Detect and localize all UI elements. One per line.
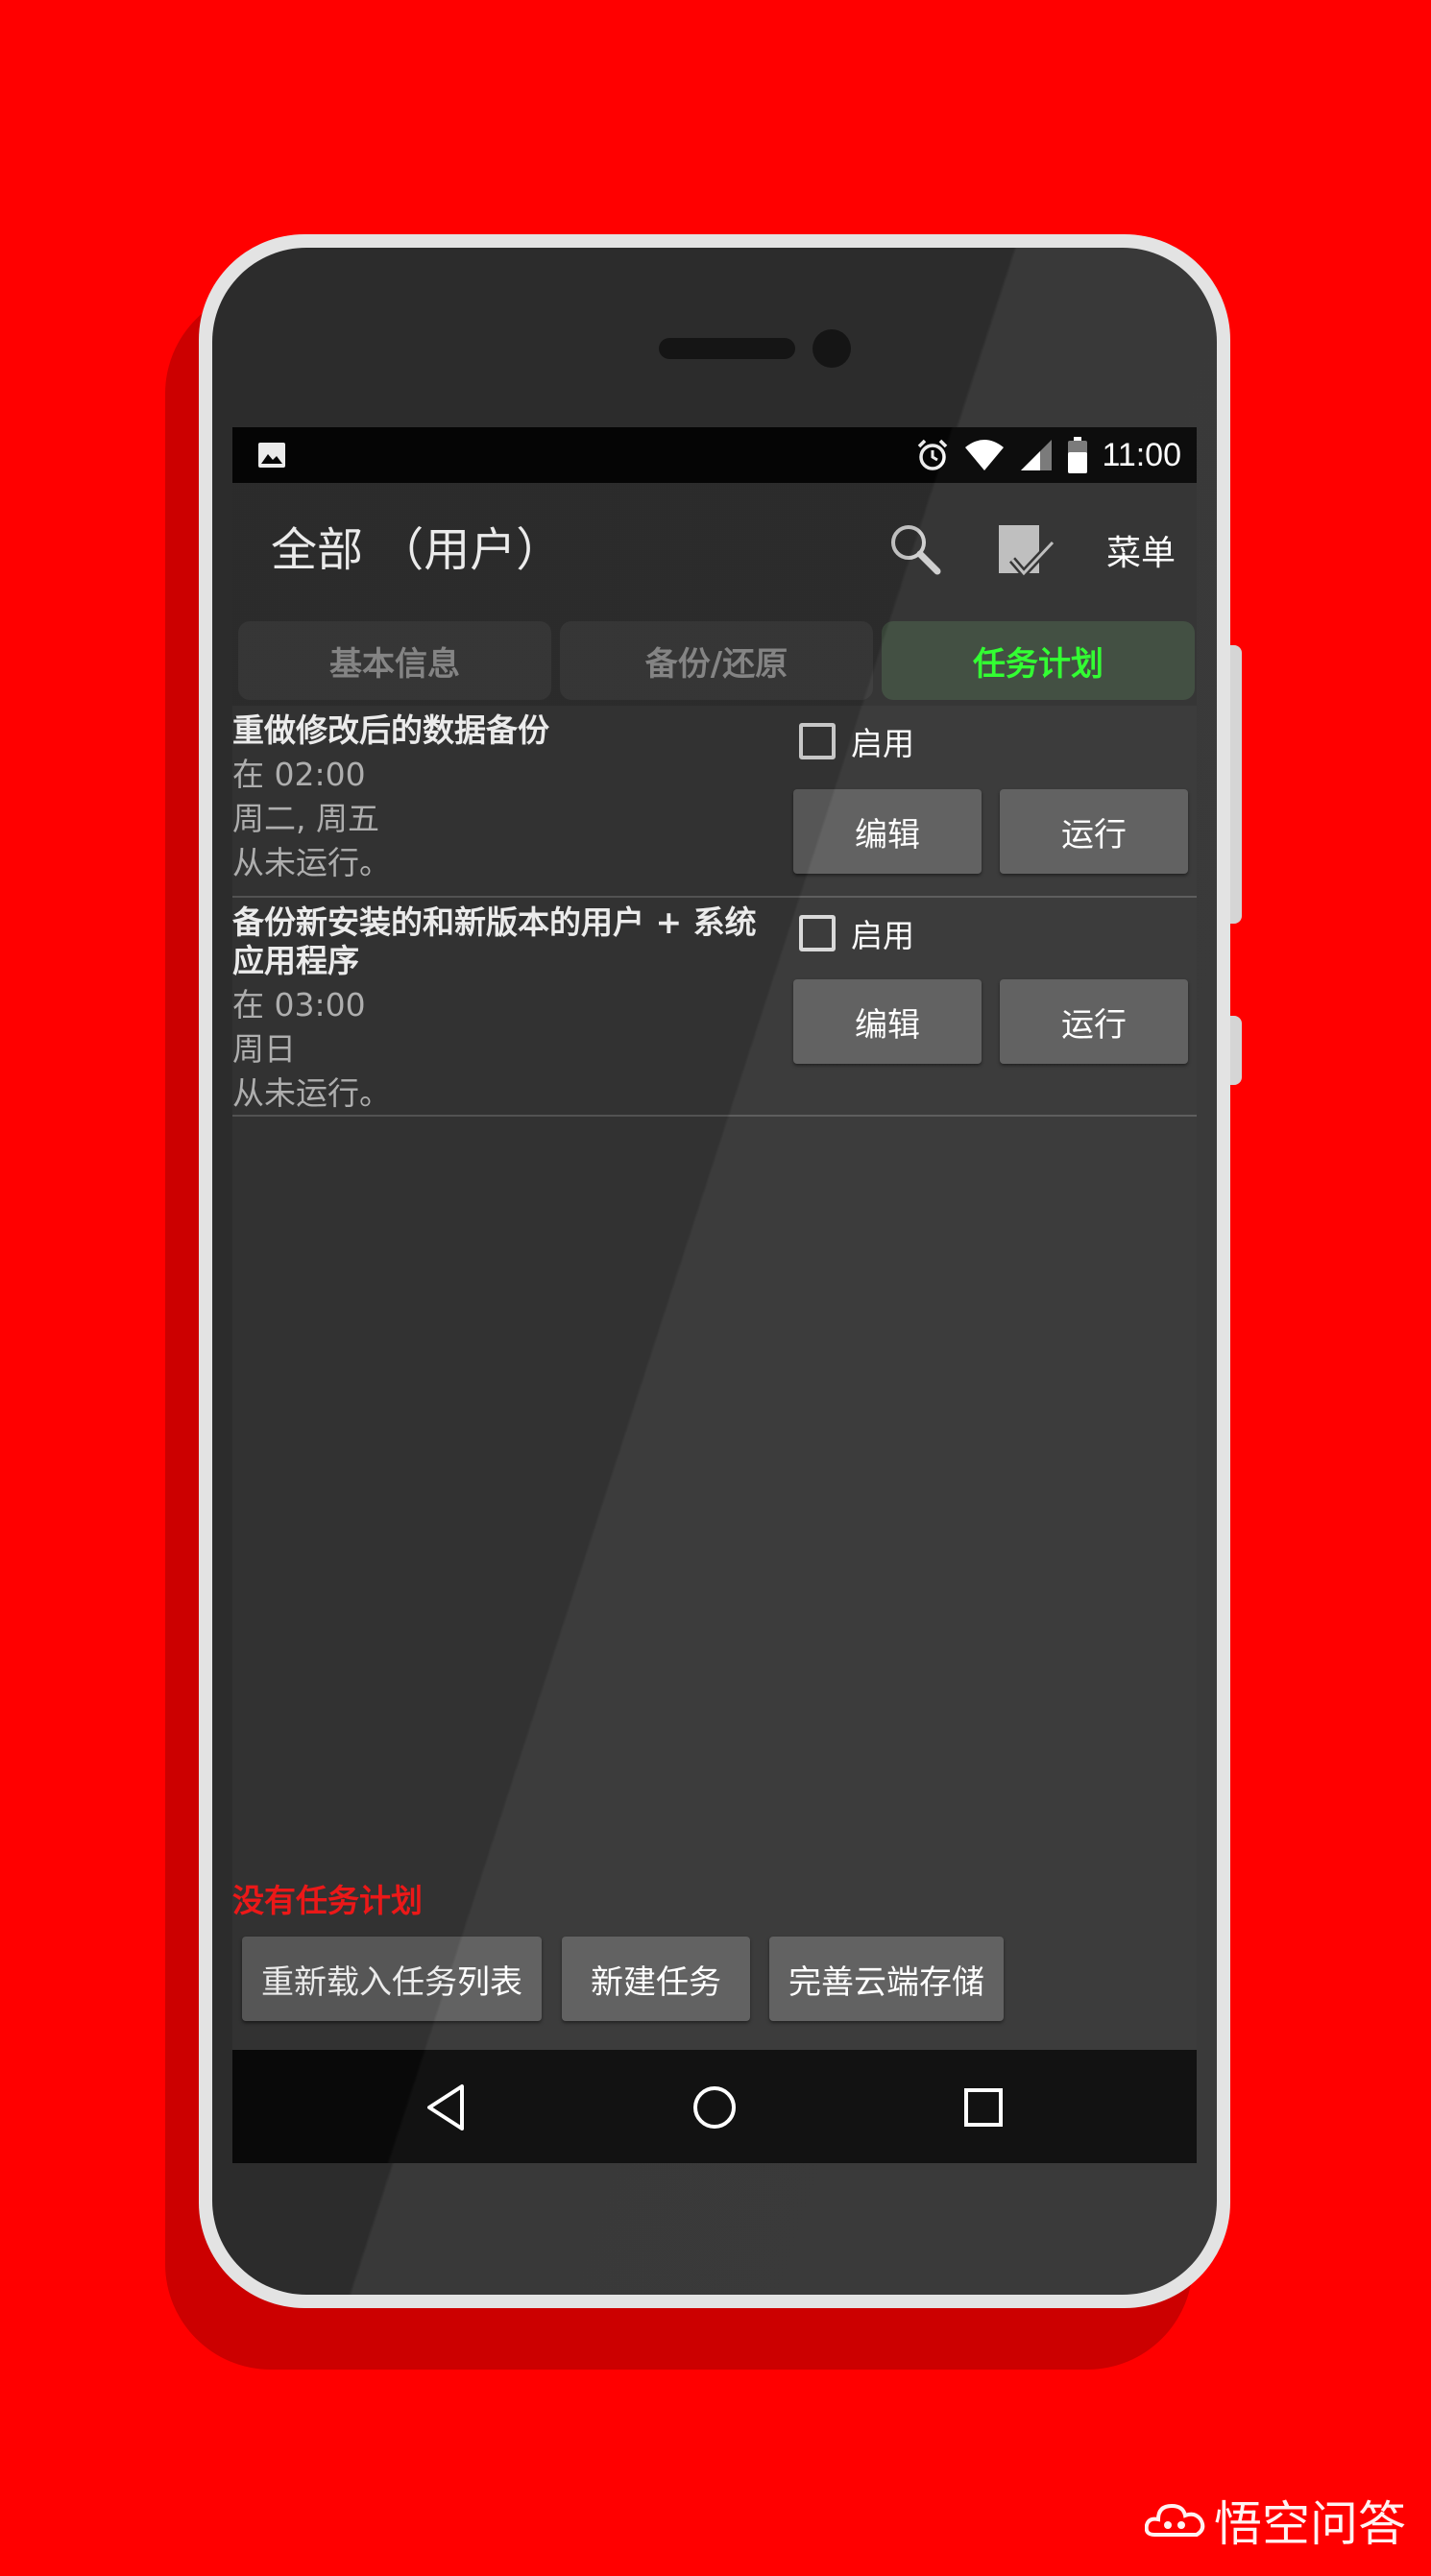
signal-icon (1021, 440, 1053, 470)
task-time: 在 03:00 (232, 986, 366, 1023)
cloud-logo-icon (1145, 2503, 1205, 2537)
task-enable-toggle[interactable]: 启用 (799, 717, 914, 765)
wifi-icon (965, 440, 1005, 470)
search-icon[interactable] (885, 519, 943, 577)
run-button[interactable]: 运行 (1000, 789, 1188, 874)
edit-button[interactable]: 编辑 (793, 979, 982, 1064)
back-icon[interactable] (420, 2079, 477, 2136)
phone-volume-button (1230, 645, 1242, 924)
task-row: 备份新安装的和新版本的用户 + 系统应用程序 在 03:00 周日 从未运行。 … (232, 898, 1197, 1117)
reload-task-list-button[interactable]: 重新载入任务列表 (242, 1937, 542, 2021)
tab-schedules[interactable]: 任务计划 (882, 621, 1195, 700)
task-title: 重做修改后的数据备份 (232, 711, 549, 749)
status-icons: 11:00 (915, 427, 1181, 483)
cloud-storage-button[interactable]: 完善云端存储 (769, 1937, 1004, 2021)
recents-icon[interactable] (955, 2079, 1012, 2136)
run-button[interactable]: 运行 (1000, 979, 1188, 1064)
select-all-icon[interactable] (997, 521, 1056, 579)
status-bar: 11:00 (232, 427, 1197, 483)
menu-button[interactable]: 菜单 (1106, 525, 1176, 575)
navigation-bar (232, 2050, 1197, 2163)
tab-basic-info[interactable]: 基本信息 (238, 621, 551, 700)
task-time: 在 02:00 (232, 756, 366, 793)
edit-button[interactable]: 编辑 (793, 789, 982, 874)
task-last-run: 从未运行。 (232, 1074, 391, 1112)
battery-icon (1068, 437, 1088, 473)
phone-speaker (659, 338, 795, 359)
task-days: 周二, 周五 (232, 800, 379, 837)
task-days: 周日 (232, 1030, 296, 1068)
phone-power-button (1230, 1016, 1242, 1085)
watermark: 悟空问答 (1145, 2486, 1406, 2555)
watermark-text: 悟空问答 (1214, 2496, 1406, 2552)
new-task-button[interactable]: 新建任务 (562, 1937, 750, 2021)
phone-camera (813, 329, 851, 368)
image-icon (258, 443, 285, 468)
phone-body: 11:00 全部 （用户） 菜单 基本信息 备份/还原 任务计划 重做修改后的数… (212, 248, 1217, 2295)
task-title: 备份新安装的和新版本的用户 + 系统应用程序 (232, 903, 757, 979)
app-bar: 全部 （用户） 菜单 (232, 483, 1197, 614)
app-title[interactable]: 全部 （用户） (271, 512, 562, 579)
task-enable-toggle[interactable]: 启用 (799, 909, 914, 957)
home-icon[interactable] (686, 2079, 743, 2136)
no-task-message: 没有任务计划 (232, 1882, 423, 1919)
status-time: 11:00 (1102, 436, 1181, 473)
alarm-icon (918, 439, 948, 470)
phone-screen: 11:00 全部 （用户） 菜单 基本信息 备份/还原 任务计划 重做修改后的数… (232, 427, 1197, 2163)
enable-checkbox[interactable] (799, 915, 836, 951)
tab-bar: 基本信息 备份/还原 任务计划 (232, 614, 1197, 706)
tab-backup-restore[interactable]: 备份/还原 (560, 621, 873, 700)
task-last-run: 从未运行。 (232, 844, 391, 881)
enable-checkbox[interactable] (799, 723, 836, 759)
enable-label: 启用 (851, 917, 914, 954)
enable-label: 启用 (851, 725, 914, 762)
phone-frame: 11:00 全部 （用户） 菜单 基本信息 备份/还原 任务计划 重做修改后的数… (199, 234, 1230, 2308)
task-row: 重做修改后的数据备份 在 02:00 周二, 周五 从未运行。 启用 编辑 运行 (232, 706, 1197, 898)
